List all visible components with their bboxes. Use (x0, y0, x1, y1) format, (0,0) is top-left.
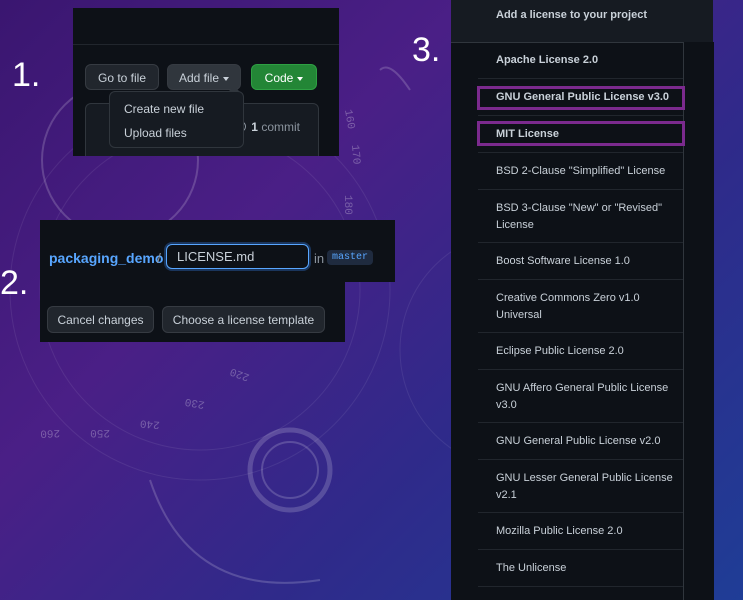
highlight-box-gpl-v3 (477, 86, 685, 110)
dial-label: 260 (40, 426, 60, 439)
dial-label: 230 (184, 395, 206, 410)
cancel-changes-button[interactable]: Cancel changes (47, 306, 154, 333)
license-item-boost[interactable]: Boost Software License 1.0 (478, 243, 683, 280)
top-bar (73, 8, 339, 45)
add-file-label: Add file (178, 71, 220, 85)
scrollbar-track[interactable] (683, 42, 714, 600)
license-item-bsd-2[interactable]: BSD 2-Clause "Simplified" License (478, 153, 683, 190)
dial-label: 180 (341, 195, 353, 215)
code-label: Code (264, 71, 294, 85)
choose-license-template-button[interactable]: Choose a license template (162, 306, 325, 333)
code-button[interactable]: Code (251, 64, 317, 90)
menu-item-upload-files[interactable]: Upload files (124, 126, 187, 140)
highlight-box-mit (477, 121, 685, 146)
dial-label: 240 (140, 416, 161, 430)
dropdown-caret (228, 86, 240, 92)
dial-label: 160 (341, 109, 356, 131)
license-item-bsd-3[interactable]: BSD 3-Clause "New" or "Revised" License (478, 190, 683, 243)
license-item-lgpl[interactable]: GNU Lesser General Public License v2.1 (478, 460, 683, 513)
dial-label: 250 (90, 426, 110, 438)
repo-toolbar-panel: Go to file Add file Code 1 commit Create… (73, 8, 339, 156)
license-item-gpl-v2[interactable]: GNU General Public License v2.0 (478, 423, 683, 460)
in-label: in (314, 251, 325, 266)
dial-label: 220 (229, 364, 252, 382)
chevron-down-icon (223, 76, 230, 81)
dial-label: 170 (348, 144, 362, 165)
chevron-down-icon (297, 76, 304, 81)
add-file-dropdown: Create new file Upload files (109, 86, 244, 148)
menu-item-create-new-file[interactable]: Create new file (124, 102, 204, 116)
license-item-agpl[interactable]: GNU Affero General Public License v3.0 (478, 370, 683, 423)
commit-label: commit (261, 120, 300, 134)
license-picker-title: Add a license to your project (496, 9, 647, 21)
go-to-file-button[interactable]: Go to file (85, 64, 159, 90)
branch-badge: master (327, 250, 374, 265)
license-item-eclipse[interactable]: Eclipse Public License 2.0 (478, 333, 683, 370)
commit-count[interactable]: 1 commit (234, 120, 300, 134)
license-item-cc0[interactable]: Creative Commons Zero v1.0 Universal (478, 280, 683, 333)
license-item-apache[interactable]: Apache License 2.0 (478, 42, 683, 79)
new-file-panel: packaging_demo / LICENSE.md in master Ca… (40, 220, 395, 342)
license-picker-panel: Add a license to your project Apache Lic… (451, 0, 714, 600)
license-item-mozilla[interactable]: Mozilla Public License 2.0 (478, 513, 683, 550)
commit-number: 1 (251, 120, 258, 134)
license-picker-header: Add a license to your project (451, 0, 713, 43)
step-label-1: 1. (12, 56, 41, 94)
step-label-2: 2. (0, 264, 29, 302)
step-label-3: 3. (412, 31, 441, 69)
path-separator: / (157, 250, 161, 266)
license-item-unlicense[interactable]: The Unlicense (478, 550, 683, 587)
filename-input[interactable]: LICENSE.md (166, 244, 309, 269)
repo-link[interactable]: packaging_demo (49, 250, 163, 266)
